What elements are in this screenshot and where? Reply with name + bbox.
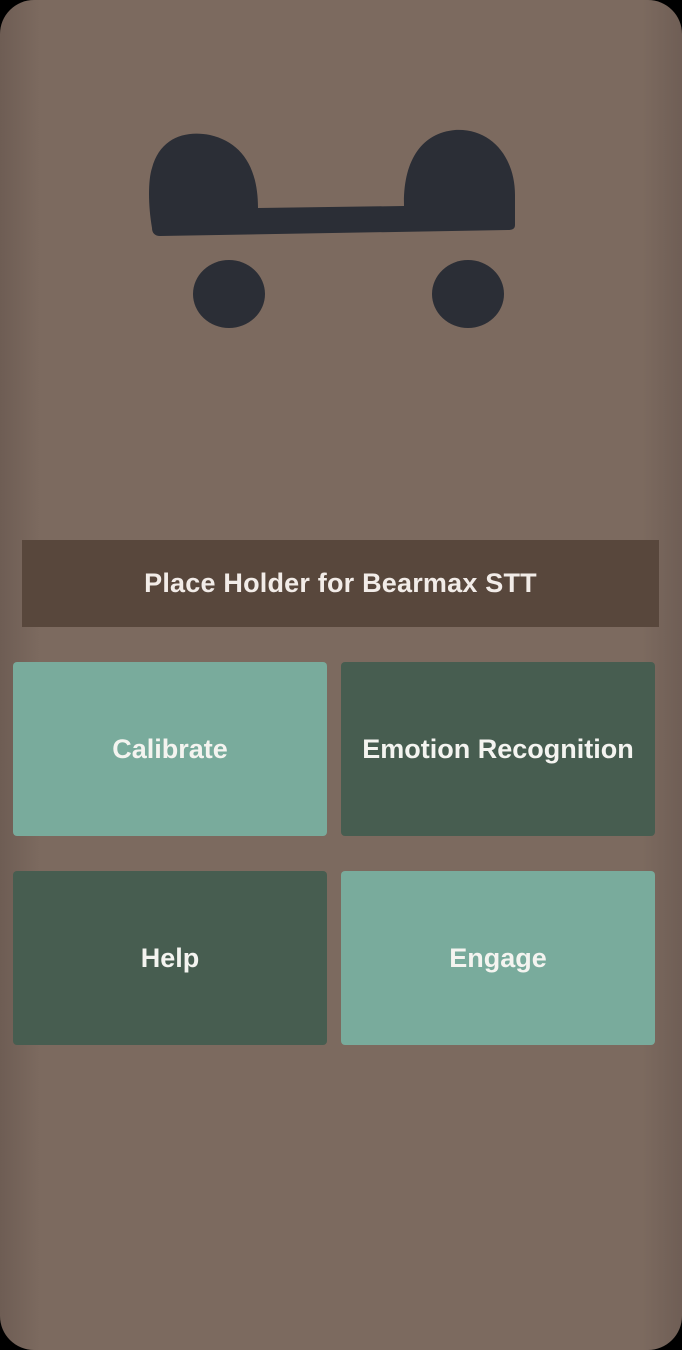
face-graphic <box>149 129 515 328</box>
stt-text: Place Holder for Bearmax STT <box>144 568 537 598</box>
calibrate-label: Calibrate <box>112 733 228 764</box>
stt-display: Place Holder for Bearmax STT <box>22 540 659 627</box>
help-button[interactable]: Help <box>13 871 327 1045</box>
emotion-recognition-label: Emotion Recognition <box>362 733 634 764</box>
engage-button[interactable]: Engage <box>341 871 655 1045</box>
help-label: Help <box>140 942 200 973</box>
calibrate-button[interactable]: Calibrate <box>13 662 327 836</box>
engage-label: Engage <box>449 942 547 973</box>
right-eye-icon <box>432 260 504 328</box>
eyebrows-icon <box>149 129 515 236</box>
app-screen: Place Holder for Bearmax STT Calibrate E… <box>0 0 682 1350</box>
left-eye-icon <box>193 260 265 328</box>
emotion-recognition-button[interactable]: Emotion Recognition <box>341 662 655 836</box>
bearmax-face <box>0 0 682 400</box>
